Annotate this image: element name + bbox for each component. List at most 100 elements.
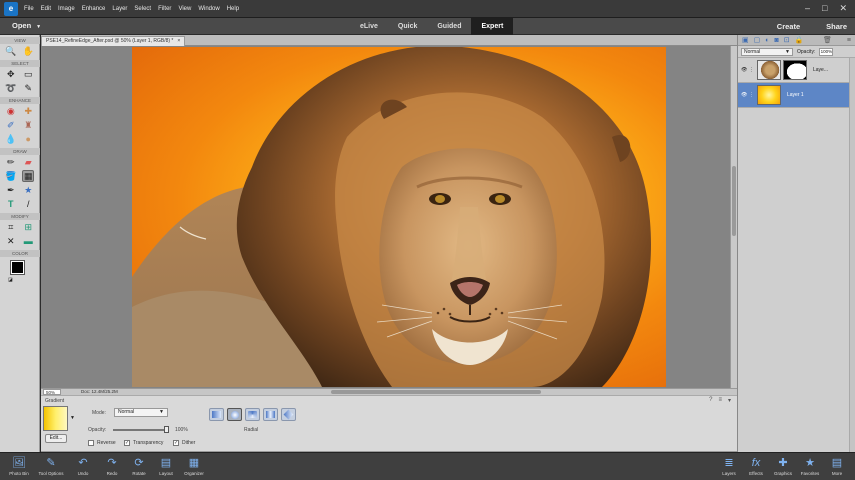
menu-file[interactable]: File	[24, 6, 34, 12]
clone-stamp-icon[interactable]: ♜	[22, 119, 34, 131]
gradient-picker-arrow-icon[interactable]: ▼	[70, 415, 75, 421]
redo-button[interactable]: ↷ Redo	[97, 455, 127, 476]
blend-mode-select[interactable]: Normal ▼	[741, 47, 793, 56]
rotate-button[interactable]: ⟳ Rotate	[124, 455, 154, 476]
tab-quick[interactable]: Quick	[388, 18, 427, 35]
transparency-checkbox[interactable]: ✓ Transparency	[124, 440, 163, 446]
marquee-icon[interactable]: ▭	[22, 68, 34, 80]
red-eye-icon[interactable]: ◉	[5, 105, 17, 117]
mode-select[interactable]: Normal ▼	[114, 408, 168, 417]
move-icon[interactable]: ✥	[5, 68, 17, 80]
panel-menu-icon[interactable]: ≡	[847, 37, 851, 44]
zoom-icon[interactable]: 🔍	[5, 45, 17, 57]
menu-select[interactable]: Select	[134, 6, 151, 12]
paint-bucket-icon[interactable]: 🪣	[5, 170, 17, 182]
menu-filter[interactable]: Filter	[158, 6, 171, 12]
layer-row[interactable]: 👁 ⋮ Laye...	[738, 58, 855, 83]
graphics-button[interactable]: ✚ Graphics	[768, 455, 798, 476]
tab-elive[interactable]: eLive	[350, 18, 388, 35]
gradient-icon[interactable]: ▦	[22, 170, 35, 182]
sponge-icon[interactable]: ●	[22, 133, 34, 145]
linear-gradient-button[interactable]	[209, 408, 224, 421]
crop-icon[interactable]: ⌗	[5, 221, 17, 233]
layers-button[interactable]: ≣ Layers	[714, 455, 744, 476]
content-move-icon[interactable]: ✕	[5, 235, 17, 247]
gradient-preview-swatch[interactable]	[43, 406, 68, 431]
dither-checkbox[interactable]: ✓ Dither	[173, 440, 195, 446]
radial-gradient-button[interactable]	[227, 408, 242, 421]
undo-button[interactable]: ↶ Undo	[68, 455, 98, 476]
menu-window[interactable]: Window	[198, 6, 219, 12]
favorites-button[interactable]: ★ Favorites	[795, 455, 825, 476]
transparency-checkbox-box[interactable]: ✓	[124, 440, 130, 446]
close-icon[interactable]: ×	[177, 37, 180, 46]
reverse-checkbox-box[interactable]	[88, 440, 94, 446]
layer-mask-icon[interactable]: ◙	[774, 37, 778, 44]
canvas-area[interactable]	[41, 46, 730, 388]
layer-opacity-field[interactable]: 100%	[819, 47, 834, 56]
smart-brush-icon[interactable]: ✐	[5, 119, 17, 131]
menu-image[interactable]: Image	[58, 6, 75, 12]
vertical-scroll-thumb[interactable]	[732, 166, 736, 236]
layout-button[interactable]: ▤ Layout	[151, 455, 181, 476]
straighten-icon[interactable]: ▬	[22, 235, 34, 247]
collapse-icon[interactable]: ▾	[728, 397, 731, 404]
opacity-slider-track[interactable]	[113, 429, 169, 431]
layer-link-icon[interactable]: ⋮	[749, 92, 757, 98]
new-group-icon[interactable]: ▢	[754, 36, 761, 44]
quick-selection-icon[interactable]: ✎	[22, 82, 34, 94]
hand-icon[interactable]: ✋	[22, 45, 34, 57]
menu-view[interactable]: View	[178, 6, 191, 12]
layer-row-selected[interactable]: 👁 ⋮ Layer 1	[738, 83, 855, 108]
adjustment-layer-icon[interactable]: ◐	[765, 37, 769, 44]
eraser-icon[interactable]: ▰	[22, 156, 34, 168]
tool-options-button[interactable]: ✎ Tool Options	[36, 455, 66, 476]
more-button[interactable]: ▤ More	[822, 455, 852, 476]
reflected-gradient-button[interactable]	[263, 408, 278, 421]
visibility-eye-icon[interactable]: 👁	[741, 92, 749, 98]
visibility-eye-icon[interactable]: 👁	[741, 67, 749, 73]
diamond-gradient-button[interactable]	[281, 408, 296, 421]
recompose-icon[interactable]: ⊞	[22, 221, 34, 233]
brush-icon[interactable]: ✏	[5, 156, 17, 168]
open-button[interactable]: Open ▼	[12, 21, 41, 30]
close-button[interactable]: ✕	[839, 3, 847, 14]
blur-icon[interactable]: 💧	[5, 133, 17, 145]
new-layer-icon[interactable]: ▣	[742, 36, 749, 44]
opacity-slider-knob[interactable]	[164, 426, 169, 433]
layer-mask-thumbnail[interactable]	[783, 60, 807, 80]
default-colors-icon[interactable]: ◪	[8, 277, 13, 283]
tab-expert[interactable]: Expert	[471, 18, 514, 35]
lock-all-icon[interactable]: 🔒	[795, 36, 804, 44]
minimize-button[interactable]: –	[805, 3, 810, 14]
lion-image[interactable]	[132, 47, 666, 387]
pencil-icon[interactable]: /	[22, 198, 34, 210]
photo-bin-button[interactable]: 🖼 Photo Bin	[4, 455, 34, 476]
delete-layer-icon[interactable]: 🗑	[823, 36, 832, 44]
menu-layer[interactable]: Layer	[112, 6, 127, 12]
reverse-checkbox[interactable]: Reverse	[88, 440, 116, 446]
create-button[interactable]: Create	[777, 18, 800, 35]
tab-guided[interactable]: Guided	[427, 18, 471, 35]
angle-gradient-button[interactable]	[245, 408, 260, 421]
maximize-button[interactable]: □	[822, 3, 827, 14]
options-menu-icon[interactable]: ≡	[718, 397, 722, 404]
organizer-button[interactable]: ▦ Organizer	[179, 455, 209, 476]
eyedropper-icon[interactable]: ✒	[5, 184, 17, 196]
horizontal-scroll-thumb[interactable]	[331, 390, 541, 394]
spot-healing-icon[interactable]: ✚	[22, 105, 34, 117]
effects-button[interactable]: fx Effects	[741, 455, 771, 476]
canvas-vertical-scrollbar[interactable]	[730, 46, 737, 388]
type-icon[interactable]: T	[5, 198, 17, 210]
foreground-color-swatch[interactable]	[10, 260, 25, 275]
dither-checkbox-box[interactable]: ✓	[173, 440, 179, 446]
help-icon[interactable]: ?	[709, 397, 712, 404]
menu-edit[interactable]: Edit	[41, 6, 51, 12]
lock-transparency-icon[interactable]: ⊡	[784, 36, 790, 44]
custom-shape-icon[interactable]: ★	[22, 184, 34, 196]
document-tab[interactable]: PSE14_RefineEdge_After.psd @ 50% (Layer …	[41, 36, 186, 46]
menu-enhance[interactable]: Enhance	[82, 6, 106, 12]
layers-scrollbar[interactable]	[849, 58, 855, 452]
share-button[interactable]: Share	[826, 18, 847, 35]
lasso-icon[interactable]: ➰	[5, 82, 17, 94]
